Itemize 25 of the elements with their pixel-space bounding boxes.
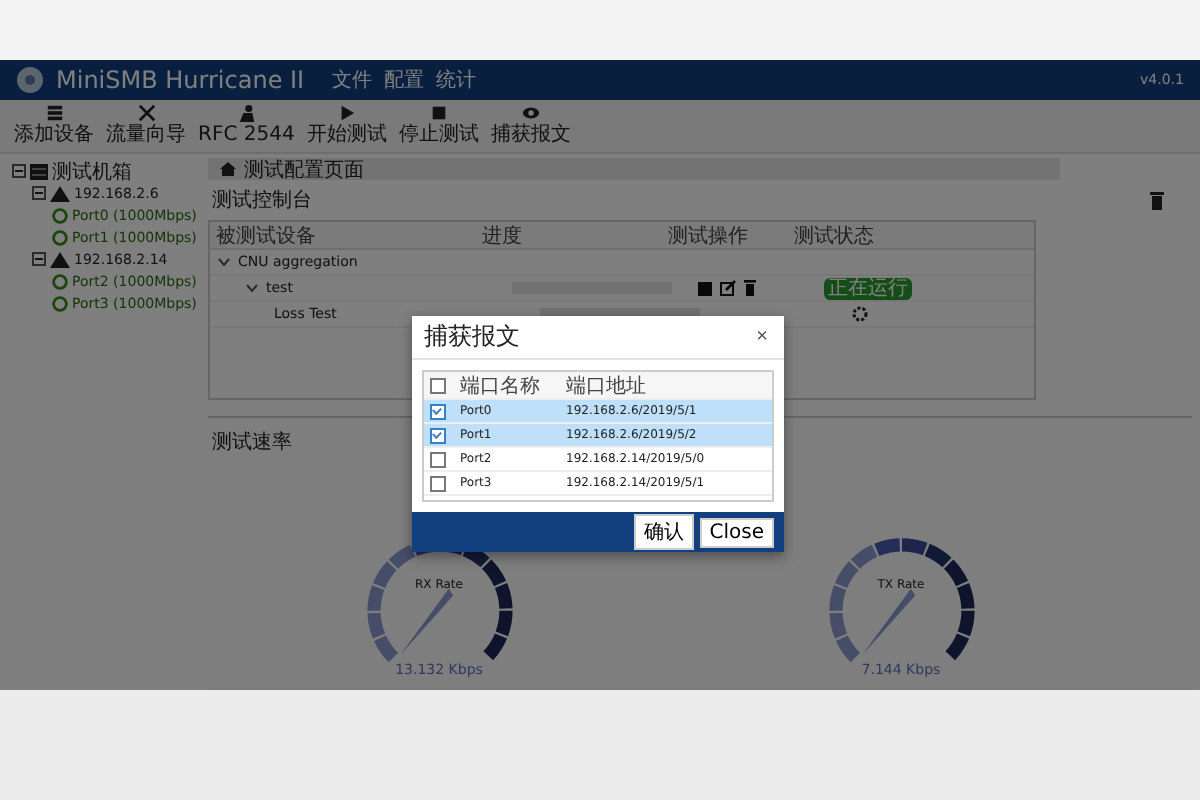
toolbar-button[interactable]: 停止测试 (392, 100, 485, 152)
breadcrumb-text: 测试配置页面 (244, 157, 364, 183)
dialog-button[interactable]: 确认 (633, 514, 694, 550)
status-badge: 正在运行 (824, 277, 912, 299)
column-header: 测试状态 (792, 223, 876, 249)
menu-item[interactable]: 配置 (384, 66, 425, 94)
column-header: 测试操作 (666, 223, 750, 249)
toolbar-button[interactable]: 流量向导 (100, 100, 192, 152)
toolbar-button[interactable]: RFC 2544 (192, 100, 301, 152)
panel-title: 测试控制台 (212, 187, 312, 214)
tree-item[interactable]: 测试机箱 (52, 157, 132, 185)
dialog-button[interactable]: Close (699, 517, 774, 547)
menu-item[interactable]: 统计 (436, 66, 477, 94)
toolbar-button[interactable]: 添加设备 (8, 100, 100, 152)
app-title: MiniSMB Hurricane II (56, 66, 305, 94)
column-header: 被测试设备 (214, 223, 318, 249)
panel-title: 测试速率 (212, 429, 292, 456)
column-header: 端口名称 (458, 373, 542, 399)
column-header: 进度 (480, 223, 524, 249)
close-button[interactable]: × (752, 326, 772, 348)
column-header: 端口地址 (564, 373, 648, 399)
dialog-title: 捕获报文 (424, 320, 520, 354)
toolbar-button[interactable]: 开始测试 (300, 100, 393, 152)
menu-item[interactable]: 文件 (332, 66, 373, 94)
toolbar-button[interactable]: 捕获报文 (484, 100, 577, 152)
